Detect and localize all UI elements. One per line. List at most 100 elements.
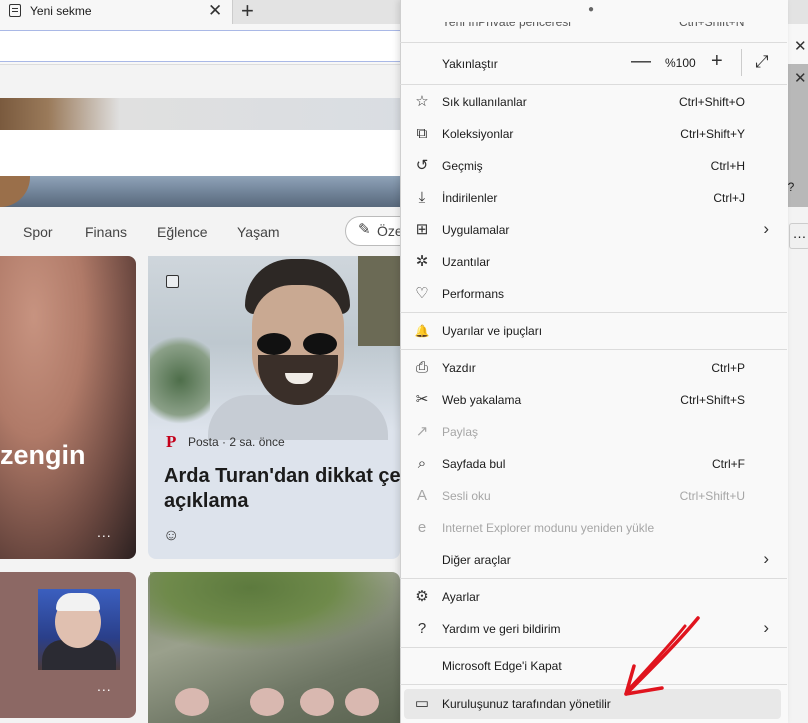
menu-item-history[interactable]: ↺ Geçmiş Ctrl+H xyxy=(400,150,787,182)
menu-item-label: Geçmiş xyxy=(442,159,483,173)
new-tab-button[interactable]: + xyxy=(241,0,254,24)
menu-item-label: Yardım ve geri bildirim xyxy=(442,622,561,636)
menu-item-ie-mode: e Internet Explorer modunu yeniden yükle xyxy=(400,512,787,544)
card-image-sunglasses-left xyxy=(257,333,291,355)
menu-item-share: ↗ Paylaş xyxy=(400,416,787,448)
heartbeat-icon: ♡ xyxy=(415,285,429,302)
address-bar[interactable] xyxy=(0,30,412,62)
menu-item-label: Microsoft Edge'i Kapat xyxy=(442,659,562,673)
tab-close-icon[interactable]: ✕ xyxy=(208,1,222,21)
menu-item-shortcut: Ctrl+Shift+O xyxy=(678,95,745,109)
menu-item-close-edge[interactable]: Microsoft Edge'i Kapat xyxy=(400,650,787,682)
zoom-in-button[interactable]: + xyxy=(711,50,723,73)
menu-item-label: Diğer araçlar xyxy=(442,553,511,567)
scroll-indicator-icon: ● xyxy=(588,4,595,15)
menu-item-label: Sayfada bul xyxy=(442,457,506,471)
read-aloud-icon: A xyxy=(416,487,427,504)
menu-item-shortcut: Ctrl+Shift+U xyxy=(679,489,745,503)
personalize-label: Öze xyxy=(377,223,403,239)
close-icon[interactable]: ✕ xyxy=(794,69,807,87)
menu-item-more-tools[interactable]: Diğer araçlar › xyxy=(400,544,787,576)
menu-divider xyxy=(400,349,787,350)
posta-logo-icon: P xyxy=(166,432,177,451)
card-image-bulb xyxy=(250,688,284,716)
nav-item-finans[interactable]: Finans xyxy=(85,224,127,240)
card-image-plants xyxy=(150,572,400,652)
card-thumbnail-hair xyxy=(56,593,100,611)
card-headline: zengin xyxy=(0,440,86,470)
nav-item-eglence[interactable]: Eğlence xyxy=(157,224,208,240)
history-icon: ↺ xyxy=(415,157,429,174)
menu-item-extensions[interactable]: ✲ Uzantılar xyxy=(400,246,787,278)
collections-icon: ⧉ xyxy=(416,125,428,142)
card-source: Posta · 2 sa. önce xyxy=(188,435,285,449)
menu-item-label: Uyarılar ve ipuçları xyxy=(442,324,543,338)
chevron-right-icon: › xyxy=(763,219,769,238)
menu-item-shortcut: Ctrl+P xyxy=(711,361,745,375)
help-icon: ? xyxy=(417,620,427,637)
menu-item-performance[interactable]: ♡ Performans xyxy=(400,278,787,310)
background-image-mountains xyxy=(0,176,400,207)
news-card-1[interactable] xyxy=(0,256,136,559)
menu-item-label: Kuruluşunuz tarafından yönetilir xyxy=(442,697,611,711)
menu-item-downloads[interactable]: ⤓ İndirilenler Ctrl+J xyxy=(400,182,787,214)
gear-icon: ⚙ xyxy=(415,588,429,605)
menu-item-favorites[interactable]: ☆ Sık kullanılanlar Ctrl+Shift+O xyxy=(400,86,787,118)
search-input[interactable] xyxy=(0,130,400,176)
menu-item-settings[interactable]: ⚙ Ayarlar xyxy=(400,581,787,613)
card-image-bulb xyxy=(300,688,334,716)
add-reaction-icon[interactable]: ☺ xyxy=(163,527,179,545)
window-close-icon[interactable]: ✕ xyxy=(794,37,807,55)
menu-item-collections[interactable]: ⧉ Koleksiyonlar Ctrl+Shift+Y xyxy=(400,118,787,150)
menu-item-help[interactable]: ? Yardım ve geri bildirim › xyxy=(400,613,787,645)
menu-item-shortcut: Ctrl+H xyxy=(710,159,745,173)
menu-item-alerts[interactable]: 🔔 Uyarılar ve ipuçları xyxy=(400,315,787,347)
menu-item-label: Uzantılar xyxy=(442,255,491,269)
menu-item-apps[interactable]: ⊞ Uygulamalar › xyxy=(400,214,787,246)
menu-divider xyxy=(400,42,787,43)
nav-item-yasam[interactable]: Yaşam xyxy=(237,224,280,240)
menu-item-label: İndirilenler xyxy=(442,191,498,205)
menu-divider xyxy=(400,84,787,85)
printer-icon: ⎙ xyxy=(415,359,428,376)
menu-item-label: Sesli oku xyxy=(442,489,491,503)
briefcase-icon: ▭ xyxy=(414,695,430,712)
card-more-button[interactable]: ... xyxy=(97,678,112,694)
puzzle-icon: ✲ xyxy=(415,253,429,270)
menu-item-managed-by-org[interactable]: ▭ Kuruluşunuz tarafından yönetilir xyxy=(400,688,787,720)
star-icon: ☆ xyxy=(415,93,429,110)
zoom-value: %100 xyxy=(665,56,696,70)
card-image-bulb xyxy=(175,688,209,716)
menu-item-web-capture[interactable]: ✂ Web yakalama Ctrl+Shift+S xyxy=(400,384,787,416)
new-tab-page-icon xyxy=(9,4,21,17)
zoom-out-button[interactable]: — xyxy=(631,50,651,73)
menu-item-read-aloud: A Sesli oku Ctrl+Shift+U xyxy=(400,480,787,512)
nav-item-spor[interactable]: Spor xyxy=(23,224,53,240)
card-headline[interactable]: Arda Turan'dan dikkat çeken xyxy=(164,463,400,490)
zoom-divider xyxy=(741,49,742,76)
menu-item-label: Yazdır xyxy=(442,361,476,375)
ie-icon: e xyxy=(417,519,427,536)
bell-icon: 🔔 xyxy=(414,324,430,338)
scissors-icon: ✂ xyxy=(415,391,429,408)
menu-item-label: Performans xyxy=(442,287,505,301)
more-options-button[interactable]: … xyxy=(789,223,808,249)
card-headline-line2[interactable]: açıklama xyxy=(164,490,249,513)
menu-item-label: Paylaş xyxy=(442,425,479,439)
menu-item-print[interactable]: ⎙ Yazdır Ctrl+P xyxy=(400,352,787,384)
card-image-leaves xyxy=(150,330,210,430)
card-image-bulb xyxy=(345,688,379,716)
menu-divider xyxy=(400,684,787,685)
menu-divider xyxy=(400,312,787,313)
card-image-tree xyxy=(358,256,400,346)
menu-item-shortcut: Ctrl+Shift+Y xyxy=(680,127,745,141)
red-arrow-annotation xyxy=(624,616,700,696)
share-icon: ↗ xyxy=(415,423,429,440)
fullscreen-icon[interactable]: ⤢ xyxy=(755,52,769,72)
menu-item-label: Web yakalama xyxy=(442,393,522,407)
menu-item-find-on-page[interactable]: ⌕ Sayfada bul Ctrl+F xyxy=(400,448,787,480)
find-icon: ⌕ xyxy=(417,455,427,472)
chevron-right-icon: › xyxy=(763,618,769,637)
card-image-sunglasses-right xyxy=(303,333,337,355)
card-more-button[interactable]: ... xyxy=(97,524,112,540)
